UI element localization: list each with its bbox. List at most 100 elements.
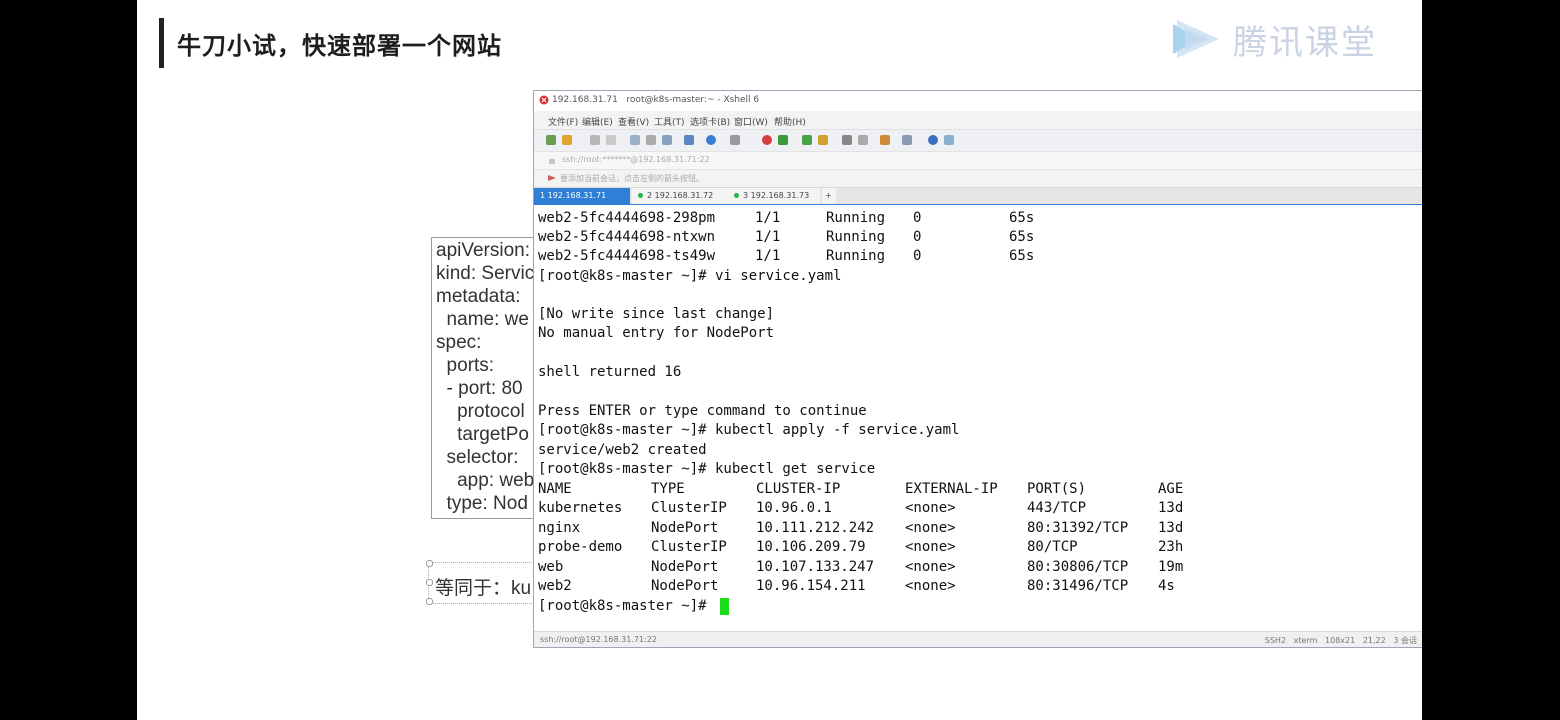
column-header: NAME — [538, 481, 572, 497]
service-age: 19m — [1158, 559, 1184, 575]
service-type: ClusterIP — [651, 539, 727, 555]
script-icon[interactable] — [858, 135, 868, 145]
hint-text: 要添加当前会话，点击左侧的箭头按钮。 — [560, 174, 704, 183]
column-header: EXTERNAL-IP — [905, 481, 998, 497]
menu-tools[interactable]: 工具(T) — [654, 115, 685, 128]
fullscreen-icon[interactable] — [802, 135, 812, 145]
yaml-line: selector: — [436, 447, 519, 468]
status-bar: ssh://root@192.168.31.71:22 SSH2 xterm 1… — [534, 631, 1422, 647]
tab-label: 2 192.168.31.72 — [647, 191, 714, 200]
terminal-cursor — [720, 598, 729, 615]
layout-icon[interactable] — [902, 135, 912, 145]
play-logo-icon — [1173, 20, 1219, 58]
font-icon[interactable] — [730, 135, 740, 145]
column-header: AGE — [1158, 481, 1184, 497]
resize-handle[interactable] — [426, 579, 433, 586]
menu-file[interactable]: 文件(F) — [548, 115, 578, 128]
lock-icon — [549, 159, 555, 164]
terminal-line: [root@k8s-master ~]# kubectl apply -f se… — [538, 422, 960, 438]
service-age: 13d — [1158, 520, 1184, 536]
help-icon[interactable] — [928, 135, 938, 145]
equivalent-textbox[interactable]: 等同于：ku — [428, 562, 548, 604]
service-ports: 80:31392/TCP — [1027, 520, 1129, 536]
tab-session-1[interactable]: 1 192.168.31.71 — [534, 188, 630, 204]
menu-tabs[interactable]: 选项卡(B) — [690, 115, 730, 128]
terminal-line: shell returned 16 — [538, 364, 682, 380]
status-connection: ssh://root@192.168.31.71:22 — [540, 635, 657, 644]
lock-icon[interactable] — [818, 135, 828, 145]
paste-icon[interactable] — [646, 135, 656, 145]
service-type: ClusterIP — [651, 500, 727, 516]
pod-status: Running — [826, 210, 886, 226]
brand-name: 腾讯课堂 — [1233, 22, 1377, 63]
pod-name: web2-5fc4444698-298pm — [538, 210, 716, 226]
address-bar[interactable]: ssh://root:*******@192.168.31.71:22 — [534, 151, 1422, 170]
arrow-icon — [548, 175, 556, 181]
pod-age: 65s — [1009, 248, 1035, 264]
service-ports: 80/TCP — [1027, 539, 1078, 555]
chat-icon[interactable] — [944, 135, 954, 145]
xftp-icon[interactable] — [762, 135, 772, 145]
service-cluster-ip: 10.96.0.1 — [756, 500, 832, 516]
service-type: NodePort — [651, 578, 719, 594]
service-type: NodePort — [651, 520, 719, 536]
slide-title: 牛刀小试，快速部署一个网站 — [177, 32, 502, 60]
connected-dot-icon — [638, 193, 643, 198]
service-age: 13d — [1158, 500, 1184, 516]
service-name: web2 — [538, 578, 572, 594]
tab-session-2[interactable]: 2 192.168.31.72 — [632, 188, 728, 204]
terminal-output[interactable]: web2-5fc4444698-298pm 1/1 Running 0 65s … — [534, 205, 1422, 631]
pod-ready: 1/1 — [755, 229, 781, 245]
properties-icon[interactable] — [684, 135, 694, 145]
keyboard-icon[interactable] — [842, 135, 852, 145]
service-cluster-ip: 10.111.212.242 — [756, 520, 875, 536]
open-folder-icon[interactable] — [562, 135, 572, 145]
service-external-ip: <none> — [905, 559, 956, 575]
service-external-ip: <none> — [905, 500, 956, 516]
service-ports: 80:30806/TCP — [1027, 559, 1129, 575]
tab-session-3[interactable]: 3 192.168.31.73 — [728, 188, 820, 204]
add-tab-button[interactable]: + — [822, 188, 836, 204]
pod-ready: 1/1 — [755, 210, 781, 226]
service-external-ip: <none> — [905, 520, 956, 536]
yaml-line: metadata: — [436, 286, 521, 307]
session-tabs: 1 192.168.31.71 2 192.168.31.72 3 192.16… — [534, 187, 1422, 206]
disconnect-icon[interactable] — [590, 135, 600, 145]
yaml-line: type: Nod — [436, 493, 528, 514]
compose-icon[interactable] — [778, 135, 788, 145]
copy-icon[interactable] — [630, 135, 640, 145]
resize-handle[interactable] — [426, 598, 433, 605]
yaml-line: name: we — [436, 309, 529, 330]
service-name: kubernetes — [538, 500, 623, 516]
terminal-line: No manual entry for NodePort — [538, 325, 775, 341]
service-age: 23h — [1158, 539, 1184, 555]
pod-name: web2-5fc4444698-ntxwn — [538, 229, 716, 245]
pod-restarts: 0 — [913, 229, 922, 245]
menu-view[interactable]: 查看(V) — [618, 115, 649, 128]
new-session-icon[interactable] — [546, 135, 556, 145]
tab-label: 1 192.168.31.71 — [540, 191, 607, 200]
menu-window[interactable]: 窗口(W) — [734, 115, 768, 128]
terminal-line: service/web2 created — [538, 442, 707, 458]
hint-bar: 要添加当前会话，点击左侧的箭头按钮。 — [534, 169, 1422, 188]
terminal-prompt: [root@k8s-master ~]# — [538, 598, 707, 614]
yaml-line: - port: 80 — [436, 378, 523, 399]
find-icon[interactable] — [662, 135, 672, 145]
window-titlebar[interactable]: 192.168.31.71 root@k8s-master:~ - Xshell… — [534, 91, 1422, 111]
column-header: PORT(S) — [1027, 481, 1087, 497]
menu-edit[interactable]: 编辑(E) — [582, 115, 613, 128]
pod-restarts: 0 — [913, 248, 922, 264]
reconnect-icon[interactable] — [606, 135, 616, 145]
terminal-line: Press ENTER or type command to continue — [538, 403, 867, 419]
terminal-line: [root@k8s-master ~]# kubectl get service — [538, 461, 876, 477]
menu-help[interactable]: 帮助(H) — [774, 115, 806, 128]
service-name: web — [538, 559, 564, 575]
column-header: CLUSTER-IP — [756, 481, 841, 497]
column-header: TYPE — [651, 481, 685, 497]
tab-label: 3 192.168.31.73 — [743, 191, 810, 200]
globe-icon[interactable] — [706, 135, 716, 145]
brand-logo: 腾讯课堂 — [1169, 12, 1377, 66]
transfer-icon[interactable] — [880, 135, 890, 145]
service-cluster-ip: 10.106.209.79 — [756, 539, 866, 555]
resize-handle[interactable] — [426, 560, 433, 567]
